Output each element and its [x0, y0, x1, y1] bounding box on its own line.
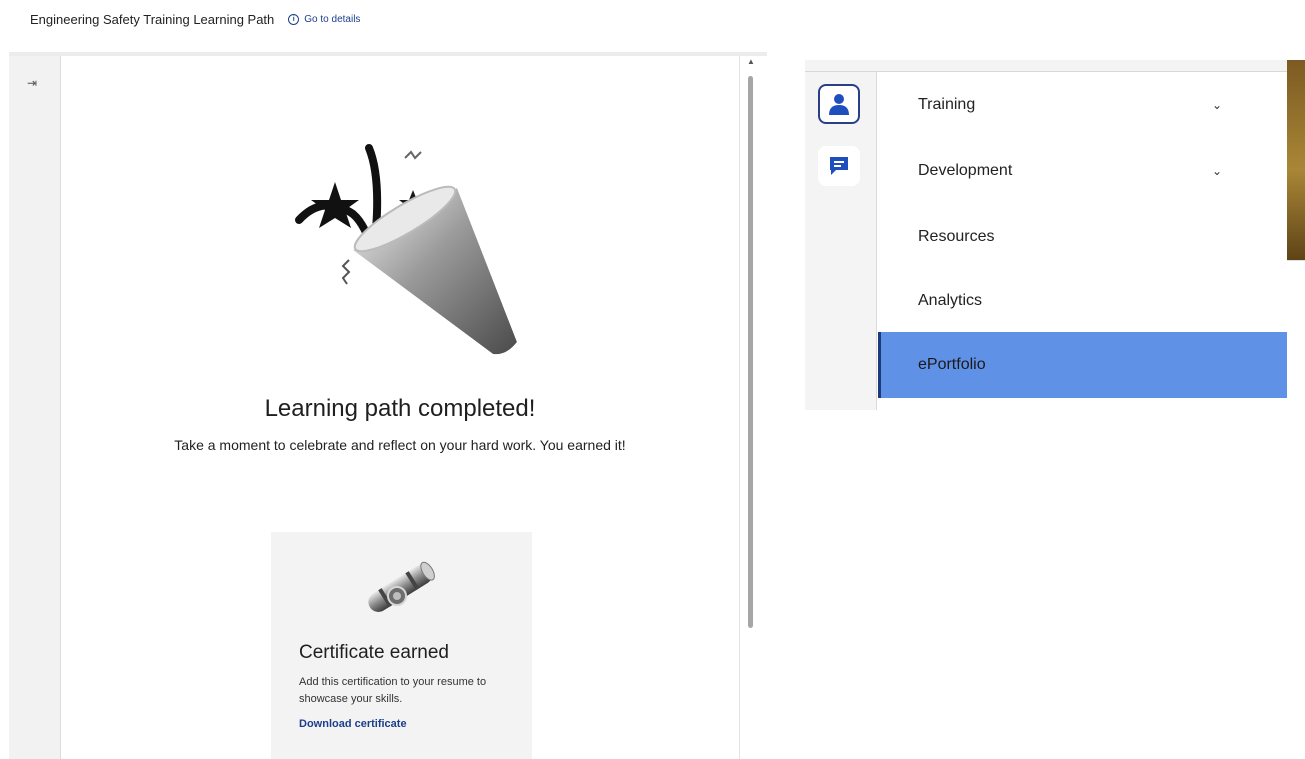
menu-item-label: Development	[918, 162, 1013, 179]
navigation-menu-panel: Training ⌄ Development ⌄ Resources Analy…	[805, 60, 1305, 411]
collapse-right-icon[interactable]: ⇥	[27, 76, 37, 90]
scrollbar-track[interactable]	[739, 56, 740, 759]
profile-icon	[829, 94, 849, 115]
chat-icon	[830, 157, 848, 175]
menu-item-training[interactable]: Training ⌄	[878, 72, 1287, 138]
chevron-down-icon[interactable]: ⌄	[1212, 164, 1222, 178]
info-icon: i	[288, 13, 300, 25]
certificate-title: Certificate earned	[299, 642, 449, 663]
menu-item-resources[interactable]: Resources	[878, 204, 1287, 270]
menu-item-label: Analytics	[918, 292, 983, 309]
menu-item-label: ePortfolio	[918, 356, 986, 373]
page-header: Engineering Safety Training Learning Pat…	[30, 10, 360, 28]
completion-subtitle: Take a moment to celebrate and reflect o…	[174, 437, 626, 453]
go-to-details-label: Go to details	[304, 13, 361, 25]
menu-item-analytics[interactable]: Analytics	[878, 268, 1287, 334]
background-page-strip	[1287, 260, 1305, 411]
menu-rail-divider	[876, 72, 877, 410]
completion-title: Learning path completed!	[264, 395, 536, 422]
go-to-details-link[interactable]: i Go to details	[288, 13, 361, 25]
completion-content: Learning path completed! Take a moment t…	[61, 56, 739, 759]
scrollbar-thumb[interactable]	[748, 76, 753, 628]
menu-item-label: Resources	[918, 228, 995, 245]
active-indicator	[878, 332, 881, 398]
download-certificate-link[interactable]: Download certificate	[299, 718, 407, 730]
menu-item-eportfolio[interactable]: ePortfolio	[878, 332, 1287, 398]
certificate-scroll-icon	[368, 561, 435, 612]
left-rail: ⇥	[9, 56, 60, 759]
background-image-strip	[1287, 60, 1305, 260]
chevron-down-icon[interactable]: ⌄	[1212, 98, 1222, 112]
chat-button[interactable]	[818, 146, 860, 186]
learning-path-title: Engineering Safety Training Learning Pat…	[30, 11, 275, 27]
menu-item-development[interactable]: Development ⌄	[878, 138, 1287, 204]
party-popper-icon	[295, 144, 517, 355]
profile-button[interactable]	[818, 84, 860, 124]
menu-item-label: Training	[918, 96, 976, 113]
learning-path-panel: ⇥ Learning path completed! Take a moment…	[9, 52, 767, 759]
certificate-description: Add this certification to your resume to…	[299, 676, 487, 705]
scroll-up-arrow-icon[interactable]: ▲	[747, 57, 755, 66]
certificate-card: Certificate earned Add this certificatio…	[271, 532, 532, 759]
